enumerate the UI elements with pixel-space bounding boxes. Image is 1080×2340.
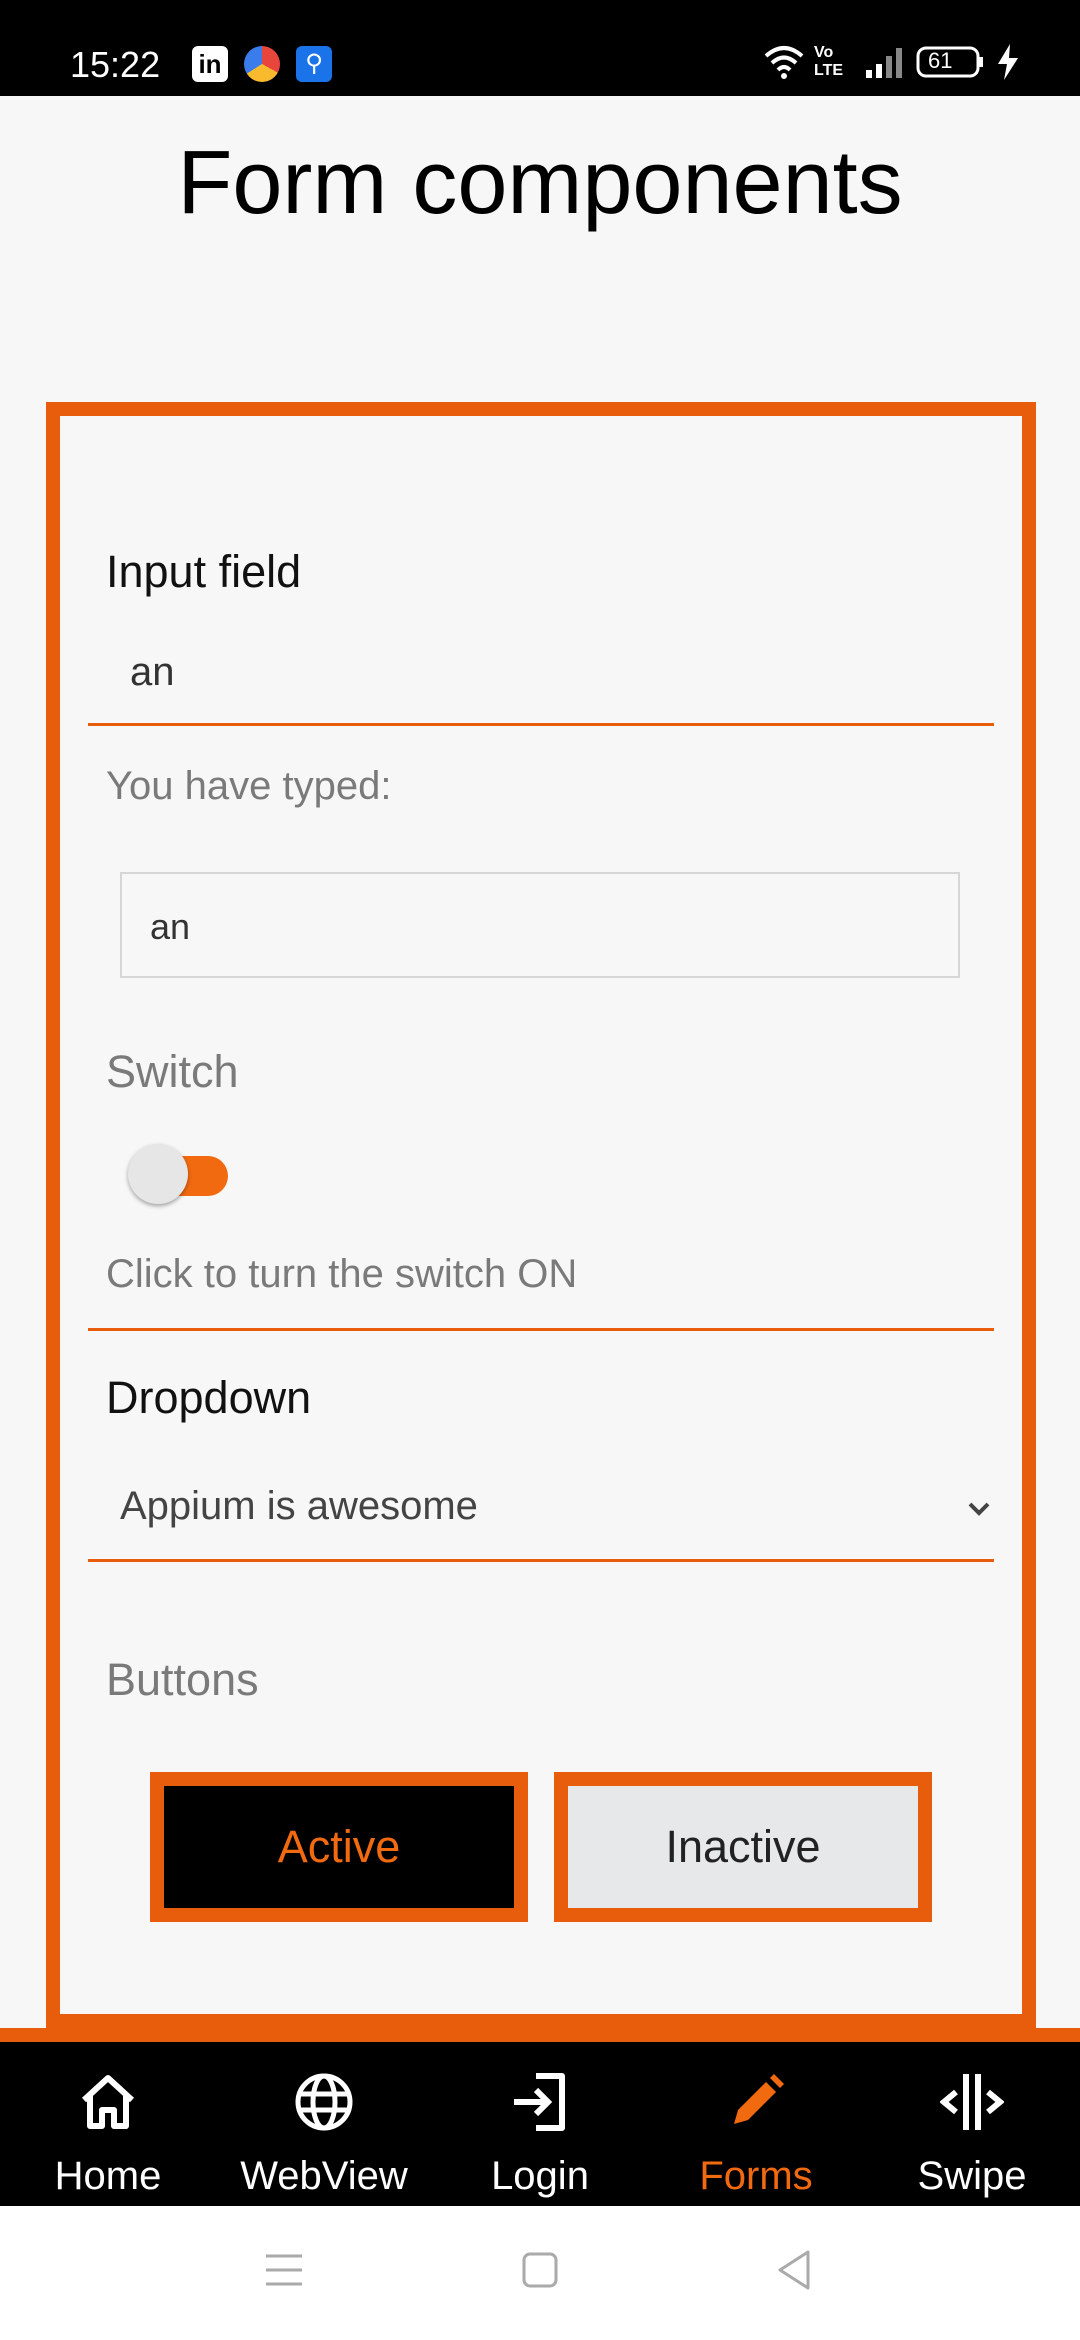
battery-level: 61 <box>928 48 953 73</box>
switch-label: Switch <box>106 1046 239 1097</box>
dropdown-value: Appium is awesome <box>120 1484 478 1528</box>
home-icon <box>81 2075 135 2129</box>
login-icon <box>514 2073 565 2131</box>
bottom-nav: Home WebView Login Forms Swipe <box>0 2042 1080 2206</box>
text-input[interactable]: an <box>88 632 994 726</box>
typed-result-box: an <box>120 872 960 978</box>
dropdown-select[interactable]: Appium is awesome <box>88 1466 994 1562</box>
status-time: 15:22 <box>70 44 161 85</box>
page-title: Form components <box>177 133 903 233</box>
switch-thumb <box>128 1144 188 1204</box>
back-icon[interactable] <box>772 2248 816 2292</box>
nav-item-login[interactable]: Login <box>432 2042 648 2206</box>
input-value: an <box>130 650 175 694</box>
nav-label-login: Login <box>491 2154 589 2198</box>
nav-item-home[interactable]: Home <box>0 2042 216 2206</box>
signal-icon <box>866 48 902 78</box>
wifi-icon <box>764 46 804 79</box>
network-type: Vo LTE <box>814 44 844 79</box>
browser-icon <box>244 46 280 82</box>
nav-label-webview: WebView <box>240 2154 408 2198</box>
buttons-label: Buttons <box>106 1654 259 1705</box>
nav-item-forms[interactable]: Forms <box>648 2042 864 2206</box>
nav-item-swipe[interactable]: Swipe <box>864 2042 1080 2206</box>
typed-label: You have typed: <box>106 764 392 808</box>
system-nav-bar <box>0 2206 1080 2340</box>
dropdown-divider <box>88 1559 994 1562</box>
dropdown-label: Dropdown <box>106 1372 312 1423</box>
nav-label-home: Home <box>54 2154 162 2198</box>
switch-toggle[interactable] <box>128 1144 228 1204</box>
pencil-icon <box>734 2074 784 2124</box>
nav-item-webview[interactable]: WebView <box>216 2042 432 2206</box>
switch-divider <box>88 1328 994 1331</box>
menu-icon[interactable] <box>262 2248 306 2292</box>
charging-icon <box>998 44 1018 80</box>
nav-accent-strip <box>0 2028 1080 2042</box>
input-field-label: Input field <box>106 546 302 597</box>
inactive-button[interactable]: Inactive <box>554 1772 932 1922</box>
globe-icon <box>295 2073 353 2131</box>
typed-value: an <box>150 906 191 947</box>
active-button[interactable]: Active <box>150 1772 528 1922</box>
chevron-down-icon <box>968 1502 990 1516</box>
swipe-icon <box>940 2074 1004 2130</box>
usb-icon: ⚲ <box>296 46 332 82</box>
nav-label-forms: Forms <box>699 2154 813 2198</box>
nav-label-swipe: Swipe <box>917 2154 1027 2198</box>
status-bar: 15:22 in ⚲ Vo LTE 61 <box>0 0 1080 96</box>
switch-hint: Click to turn the switch ON <box>106 1252 578 1296</box>
home-square-icon[interactable] <box>518 2248 562 2292</box>
linkedin-icon: in <box>192 46 228 82</box>
